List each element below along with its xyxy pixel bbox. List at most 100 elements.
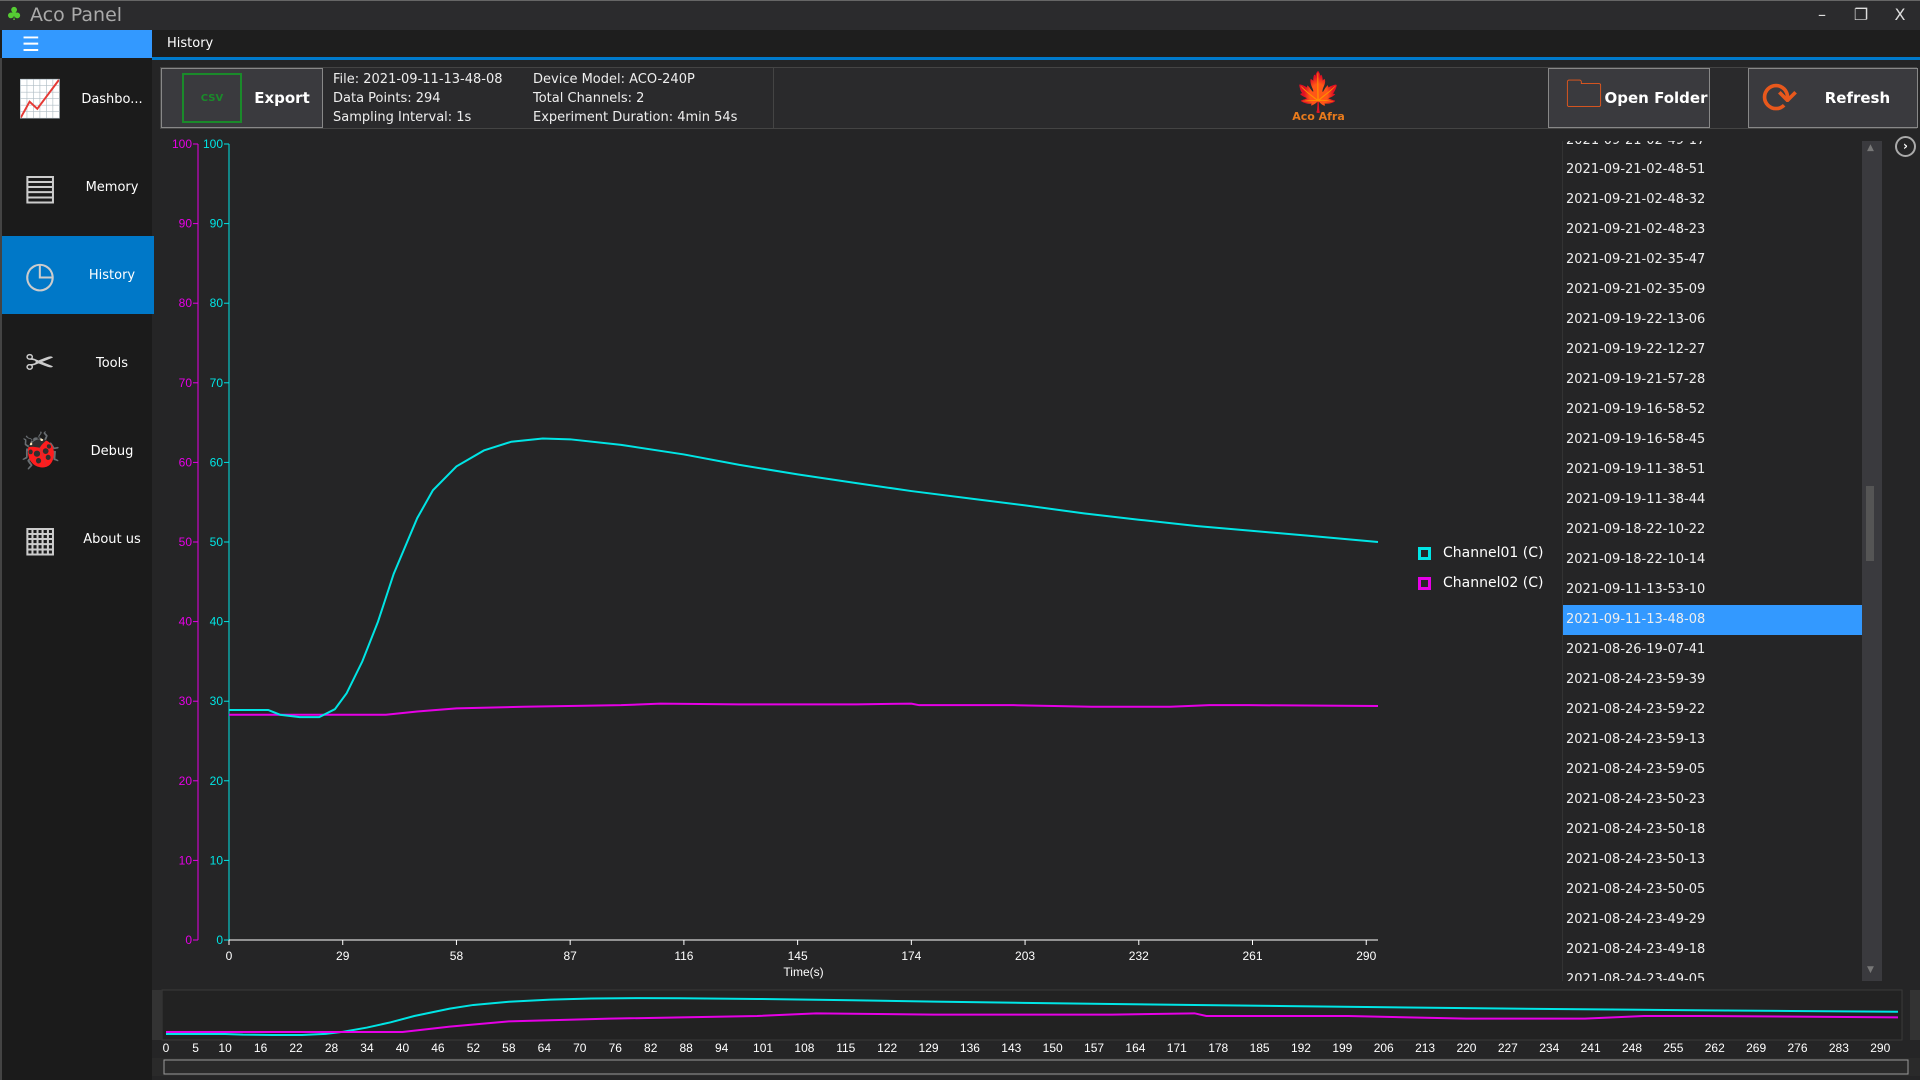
open-folder-label: Open Folder bbox=[1604, 89, 1708, 107]
list-item[interactable]: 2021-09-18-22-10-14 bbox=[1563, 545, 1862, 575]
total-channels: Total Channels: 2 bbox=[533, 91, 645, 106]
x-axis-label: Time(s) bbox=[783, 965, 823, 979]
navigator-tick-label: 185 bbox=[1250, 1041, 1270, 1055]
list-item[interactable]: 2021-09-19-22-12-27 bbox=[1563, 335, 1862, 365]
hamburger-menu-button[interactable]: ☰ bbox=[2, 30, 152, 58]
list-item[interactable]: 2021-09-19-11-38-51 bbox=[1563, 455, 1862, 485]
list-item[interactable]: 2021-08-24-23-50-23 bbox=[1563, 785, 1862, 815]
navigator-tick-label: 220 bbox=[1456, 1041, 1476, 1055]
list-item[interactable]: 2021-08-24-23-50-18 bbox=[1563, 815, 1862, 845]
tools-icon: ✂ bbox=[24, 342, 56, 384]
x-tick-label: 29 bbox=[336, 949, 350, 963]
x-tick-label: 116 bbox=[674, 949, 693, 963]
y-tick-label-ch01: 70 bbox=[210, 376, 224, 390]
export-button[interactable]: CSV Export bbox=[161, 68, 323, 128]
list-item[interactable]: 2021-09-19-11-38-44 bbox=[1563, 485, 1862, 515]
list-item[interactable]: 2021-09-19-22-13-06 bbox=[1563, 305, 1862, 335]
navigator-tick-label: 143 bbox=[1001, 1041, 1021, 1055]
navigator-right-arrow[interactable] bbox=[1910, 990, 1920, 1040]
sd-card-icon: ▤ bbox=[22, 166, 57, 208]
accent-divider bbox=[152, 57, 1920, 60]
sidebar-item-label: Debug bbox=[90, 443, 134, 459]
navigator-tick-label: 70 bbox=[573, 1041, 587, 1055]
close-button[interactable]: X bbox=[1886, 5, 1914, 24]
horizontal-scrollbar[interactable] bbox=[152, 1058, 1920, 1076]
expand-panel-chevron-icon[interactable]: › bbox=[1895, 136, 1916, 157]
list-item[interactable]: 2021-09-18-22-10-22 bbox=[1563, 515, 1862, 545]
device-info: Device Model: ACO-240P Total Channels: 2… bbox=[533, 70, 737, 127]
navigator-tick-label: 227 bbox=[1498, 1041, 1518, 1055]
list-item[interactable]: 2021-09-21-02-48-32 bbox=[1563, 185, 1862, 215]
legend-channel02[interactable]: Channel02 (C) bbox=[1418, 568, 1543, 598]
x-tick-label: 0 bbox=[226, 949, 233, 963]
list-item[interactable]: 2021-09-21-02-35-47 bbox=[1563, 245, 1862, 275]
sidebar-item-label: Dashbo... bbox=[81, 91, 143, 107]
open-folder-button[interactable]: 🗀 Open Folder bbox=[1548, 68, 1710, 128]
file-name: File: 2021-09-11-13-48-08 bbox=[333, 72, 503, 87]
list-item[interactable]: 2021-08-24-23-59-39 bbox=[1563, 665, 1862, 695]
sidebar-item-dashbo[interactable]: 📈 Dashbo... bbox=[2, 60, 154, 138]
refresh-label: Refresh bbox=[1824, 89, 1891, 107]
scroll-down-icon[interactable]: ▼ bbox=[1867, 965, 1874, 975]
navigator-tick-label: 88 bbox=[680, 1041, 694, 1055]
sidebar-item-memory[interactable]: ▤ Memory bbox=[2, 148, 154, 226]
list-item[interactable]: 2021-08-24-23-49-18 bbox=[1563, 935, 1862, 965]
navigator-tick-label: 5 bbox=[192, 1041, 199, 1055]
navigator-tick-label: 248 bbox=[1622, 1041, 1642, 1055]
list-item[interactable]: 2021-08-24-23-49-29 bbox=[1563, 905, 1862, 935]
y-tick-label-ch02: 30 bbox=[179, 694, 193, 708]
legend-channel01[interactable]: Channel01 (C) bbox=[1418, 538, 1543, 568]
sidebar-item-about-us[interactable]: ▦ About us bbox=[2, 500, 154, 578]
device-model: Device Model: ACO-240P bbox=[533, 72, 695, 87]
chart-navigator[interactable]: 0 5 10 16 22 28 34 40 46 52 58 64 70 76 82 88 94 101 108 11… bbox=[152, 988, 1920, 1080]
list-item[interactable]: 2021-09-19-21-57-28 bbox=[1563, 365, 1862, 395]
bug-icon: 🐞 bbox=[17, 431, 63, 472]
list-item[interactable]: 2021-08-24-23-59-05 bbox=[1563, 755, 1862, 785]
navigator-tick-label: 150 bbox=[1043, 1041, 1063, 1055]
sampling-interval: Sampling Interval: 1s bbox=[333, 110, 472, 125]
sidebar-item-debug[interactable]: 🐞 Debug bbox=[2, 412, 154, 490]
series-line-channel01 bbox=[229, 437, 1379, 719]
x-tick-label: 261 bbox=[1242, 949, 1262, 963]
x-tick-label: 87 bbox=[563, 949, 577, 963]
list-item[interactable]: 2021-08-24-23-59-22 bbox=[1563, 695, 1862, 725]
clock-history-icon: ◷ bbox=[24, 254, 56, 296]
list-item[interactable]: 2021-08-24-23-50-05 bbox=[1563, 875, 1862, 905]
y-tick-label-ch02: 70 bbox=[179, 376, 193, 390]
list-item[interactable]: 2021-09-19-16-58-45 bbox=[1563, 425, 1862, 455]
navigator-tick-label: 46 bbox=[431, 1041, 445, 1055]
list-item[interactable]: 2021-08-24-23-49-05 bbox=[1563, 965, 1862, 981]
scroll-thumb[interactable] bbox=[1866, 486, 1874, 561]
y-tick-label-ch02: 0 bbox=[185, 933, 192, 947]
list-item[interactable]: 2021-08-26-19-07-41 bbox=[1563, 635, 1862, 665]
restore-button[interactable]: ❐ bbox=[1847, 5, 1875, 24]
list-item[interactable]: 2021-09-11-13-53-10 bbox=[1563, 575, 1862, 605]
scroll-up-icon[interactable]: ▲ bbox=[1867, 143, 1874, 153]
list-item[interactable]: 2021-09-21-02-48-23 bbox=[1563, 215, 1862, 245]
navigator-tick-label: 10 bbox=[218, 1041, 232, 1055]
window-title: Aco Panel bbox=[30, 4, 123, 26]
navigator-left-arrow[interactable] bbox=[152, 990, 162, 1040]
list-item[interactable]: 2021-09-11-13-48-08 bbox=[1563, 605, 1862, 635]
list-item[interactable]: 2021-08-24-23-50-13 bbox=[1563, 845, 1862, 875]
x-tick-label: 145 bbox=[788, 949, 808, 963]
toolbar: CSV Export File: 2021-09-11-13-48-08 Dat… bbox=[160, 67, 1918, 129]
list-item-partial[interactable]: 2021-09-21-02-49-17 bbox=[1563, 141, 1862, 155]
sidebar-item-history[interactable]: ◷ History bbox=[2, 236, 154, 314]
list-item[interactable]: 2021-09-19-16-58-52 bbox=[1563, 395, 1862, 425]
y-tick-label-ch01: 100 bbox=[203, 137, 223, 151]
list-item[interactable]: 2021-09-21-02-35-09 bbox=[1563, 275, 1862, 305]
data-points: Data Points: 294 bbox=[333, 91, 441, 106]
navigator-tick-label: 0 bbox=[163, 1041, 170, 1055]
chart-legend: Channel01 (C) Channel02 (C) bbox=[1418, 538, 1543, 598]
list-scrollbar[interactable]: ▲ ▼ bbox=[1862, 141, 1882, 981]
navigator-tick-label: 269 bbox=[1746, 1041, 1766, 1055]
minimize-button[interactable]: – bbox=[1808, 5, 1836, 24]
list-item[interactable]: 2021-09-21-02-48-51 bbox=[1563, 155, 1862, 185]
history-file-list[interactable]: 2021-09-21-02-49-17 2021-09-21-02-48-512… bbox=[1562, 141, 1862, 981]
list-item[interactable]: 2021-08-24-23-59-13 bbox=[1563, 725, 1862, 755]
menu-row: ☰ History bbox=[0, 30, 1920, 58]
refresh-button[interactable]: ⟳ Refresh bbox=[1748, 68, 1918, 128]
sidebar-item-tools[interactable]: ✂ Tools bbox=[2, 324, 154, 402]
navigator-tick-label: 16 bbox=[254, 1041, 268, 1055]
